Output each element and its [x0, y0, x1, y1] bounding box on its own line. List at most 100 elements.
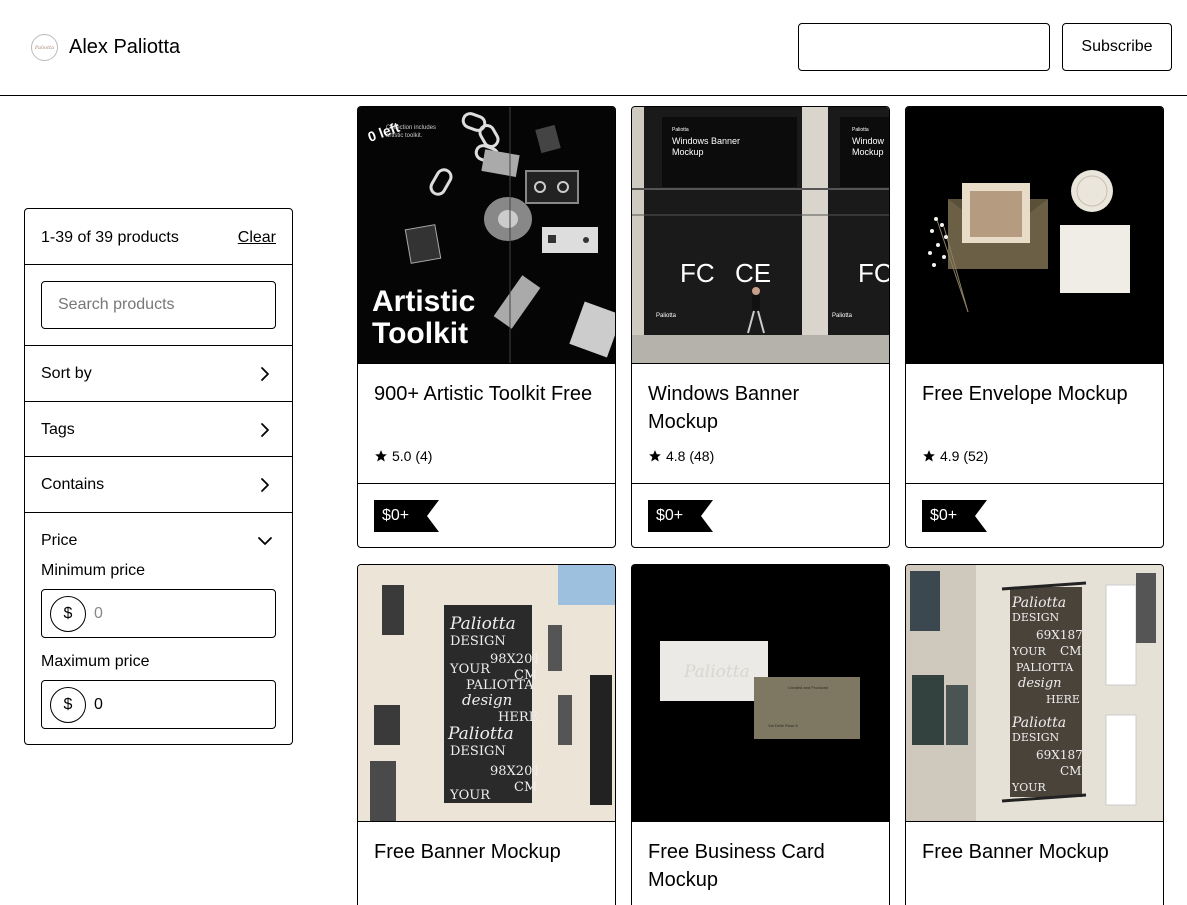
tags-toggle[interactable]: Tags	[25, 402, 292, 457]
svg-text:69X187: 69X187	[1036, 628, 1083, 642]
price-text: $0+	[648, 500, 696, 532]
svg-text:FC: FC	[858, 258, 889, 288]
product-rating: 4.8 (48)	[648, 448, 714, 464]
email-input[interactable]	[798, 23, 1050, 71]
svg-text:98X201: 98X201	[490, 764, 541, 779]
search-row	[25, 265, 292, 346]
product-title[interactable]: Free Banner Mockup	[922, 838, 1147, 866]
svg-text:CM: CM	[1060, 644, 1081, 658]
svg-text:artistic toolkit.: artistic toolkit.	[386, 133, 423, 139]
svg-text:DESIGN: DESIGN	[450, 634, 506, 649]
svg-text:Paliotta: Paliotta	[852, 127, 869, 133]
svg-text:YOUR: YOUR	[449, 788, 491, 803]
logo-icon[interactable]: Paliotta	[31, 34, 58, 61]
product-rating: 5.0 (4)	[374, 448, 432, 464]
price-text: $0+	[374, 500, 422, 532]
max-price-label: Maximum price	[41, 653, 150, 670]
product-title[interactable]: Free Banner Mockup	[374, 838, 599, 866]
search-products-input[interactable]	[41, 281, 276, 329]
svg-text:Paliotta: Paliotta	[447, 724, 514, 744]
product-title[interactable]: Free Business Card Mockup	[648, 838, 873, 894]
product-footer: $0+	[906, 483, 1163, 547]
svg-text:HERE: HERE	[1046, 693, 1080, 706]
svg-text:Via Delle Rose 8: Via Delle Rose 8	[768, 723, 798, 728]
product-card[interactable]: 0 left Collection includes artistic tool…	[357, 106, 616, 548]
dollar-icon: $	[50, 687, 86, 723]
svg-text:DESIGN: DESIGN	[1012, 731, 1060, 744]
max-price-input[interactable]	[94, 691, 264, 719]
min-price-field[interactable]: $	[41, 589, 276, 638]
svg-text:FC: FC	[680, 258, 715, 288]
subscribe-button[interactable]: Subscribe	[1062, 23, 1172, 71]
price-section: Price Minimum price $ Maximum price $	[25, 513, 292, 744]
product-card[interactable]: Free Envelope Mockup 4.9 (52) $0+	[905, 106, 1164, 548]
svg-text:Mockup: Mockup	[672, 147, 704, 157]
svg-text:CM: CM	[1060, 764, 1081, 778]
svg-text:CM: CM	[514, 780, 537, 795]
min-price-label: Minimum price	[41, 562, 146, 579]
results-row: 1-39 of 39 products Clear	[25, 209, 292, 265]
chevron-down-icon[interactable]	[256, 532, 274, 550]
star-icon	[649, 450, 661, 462]
price-toggle-label[interactable]: Price	[41, 532, 77, 550]
chevron-right-icon	[258, 476, 272, 494]
filter-panel: 1-39 of 39 products Clear Sort by Tags C…	[24, 208, 293, 745]
svg-text:98X201: 98X201	[490, 652, 541, 667]
contains-toggle[interactable]: Contains	[25, 457, 292, 513]
svg-text:Paliotta: Paliotta	[1011, 595, 1066, 611]
svg-text:Paliotta: Paliotta	[672, 127, 689, 133]
chevron-right-icon	[258, 421, 272, 439]
product-card[interactable]: Paliotta DESIGN 98X201 CM YOUR PALIOTTA …	[357, 564, 616, 905]
rating-text: 4.9 (52)	[940, 448, 989, 464]
sort-by-label: Sort by	[41, 365, 92, 382]
svg-text:Paliotta: Paliotta	[1011, 715, 1066, 731]
svg-text:YOUR: YOUR	[449, 662, 491, 677]
chevron-right-icon	[258, 365, 272, 383]
svg-text:design: design	[462, 691, 512, 709]
svg-text:Artistic: Artistic	[372, 285, 475, 318]
svg-text:Toolkit: Toolkit	[372, 317, 468, 350]
svg-text:YOUR: YOUR	[1011, 645, 1047, 658]
product-card[interactable]: Paliotta Windows Banner Mockup Paliotta …	[631, 106, 890, 548]
svg-text:Collection includes: Collection includes	[386, 125, 436, 131]
contains-label: Contains	[41, 476, 105, 493]
dollar-icon: $	[50, 596, 86, 632]
product-card[interactable]: Paliotta Created and Produced Via Delle …	[631, 564, 890, 905]
product-card[interactable]: Paliotta DESIGN 69X187 CM YOUR PALIOTTA …	[905, 564, 1164, 905]
rating-text: 4.8 (48)	[666, 448, 715, 464]
product-image: Paliotta DESIGN 69X187 CM YOUR PALIOTTA …	[906, 565, 1163, 822]
svg-text:HERE: HERE	[498, 710, 538, 725]
svg-text:Paliotta: Paliotta	[832, 313, 853, 319]
svg-text:69X187: 69X187	[1036, 748, 1083, 762]
rating-text: 5.0 (4)	[392, 448, 433, 464]
product-footer: $0+	[632, 483, 889, 547]
svg-text:DESIGN: DESIGN	[1012, 611, 1060, 624]
product-image: Paliotta DESIGN 98X201 CM YOUR PALIOTTA …	[358, 565, 615, 822]
svg-text:Created and Produced: Created and Produced	[788, 685, 828, 690]
svg-text:CE: CE	[735, 258, 771, 288]
product-title[interactable]: Windows Banner Mockup	[648, 380, 873, 436]
svg-text:Paliotta: Paliotta	[656, 313, 677, 319]
product-rating: 4.9 (52)	[922, 448, 988, 464]
svg-text:Paliotta: Paliotta	[683, 662, 750, 682]
product-image: Paliotta Created and Produced Via Delle …	[632, 565, 889, 822]
product-title[interactable]: 900+ Artistic Toolkit Free	[374, 380, 599, 408]
product-image: Paliotta Windows Banner Mockup Paliotta …	[632, 107, 889, 364]
svg-text:PALIOTTA: PALIOTTA	[1016, 661, 1074, 674]
svg-text:Mockup: Mockup	[852, 147, 884, 157]
price-text: $0+	[922, 500, 970, 532]
sort-by-toggle[interactable]: Sort by	[25, 346, 292, 402]
logo-text: Paliotta	[34, 44, 55, 51]
product-image: 0 left Collection includes artistic tool…	[358, 107, 615, 364]
product-title[interactable]: Free Envelope Mockup	[922, 380, 1147, 408]
svg-text:Windows Banner: Windows Banner	[672, 136, 740, 146]
min-price-input[interactable]	[94, 600, 264, 628]
brand-name[interactable]: Alex Paliotta	[69, 34, 180, 61]
star-icon	[375, 450, 387, 462]
clear-filters-link[interactable]: Clear	[238, 229, 276, 247]
max-price-field[interactable]: $	[41, 680, 276, 729]
star-icon	[923, 450, 935, 462]
product-image	[906, 107, 1163, 364]
results-count: 1-39 of 39 products	[41, 229, 179, 246]
tags-label: Tags	[41, 421, 75, 438]
